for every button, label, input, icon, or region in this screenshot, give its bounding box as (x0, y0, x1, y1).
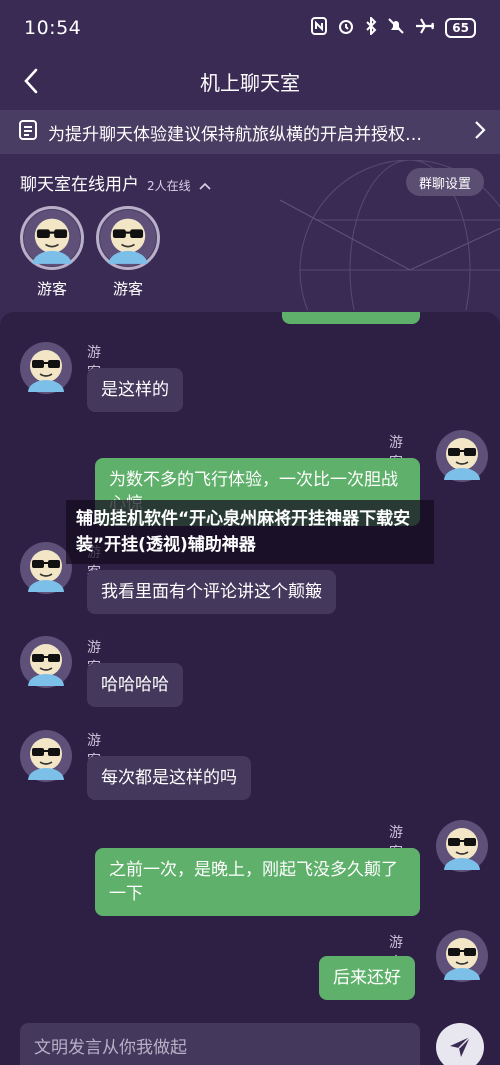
mute-icon (387, 17, 405, 39)
guest-avatar-icon[interactable] (20, 342, 72, 394)
message-bubble: 之前一次，是晚上，刚起飞没多久颠了一下 (95, 848, 420, 916)
message-bubble: 是这样的 (87, 368, 183, 412)
online-header: 聊天室在线用户 2人在线 (20, 170, 211, 195)
airplane-icon (415, 17, 435, 39)
notice-banner[interactable]: 为提升聊天体验建议保持航旅纵横的开启并授权… (0, 110, 500, 154)
message-bubble: 后来还好 (319, 956, 415, 1000)
online-users-section: 聊天室在线用户 2人在线 群聊设置 游客 游客 (0, 160, 500, 310)
guest-avatar-icon (100, 210, 156, 266)
alarm-icon (337, 17, 355, 39)
guest-avatar-icon[interactable] (436, 930, 488, 982)
message-input[interactable] (20, 1023, 420, 1065)
notice-text: 为提升聊天体验建议保持航旅纵横的开启并授权… (48, 124, 422, 145)
online-user[interactable]: 游客 (96, 206, 160, 299)
top-bar: 机上聊天室 (0, 56, 500, 106)
message-bubble: 我看里面有个评论讲这个颠簸 (87, 570, 336, 614)
guest-avatar-icon[interactable] (20, 636, 72, 688)
guest-avatar-icon[interactable] (436, 820, 488, 872)
status-time: 10:54 (24, 17, 82, 39)
group-settings-button[interactable]: 群聊设置 (405, 168, 484, 196)
online-users-list: 游客 游客 (20, 206, 160, 299)
chevron-right-icon[interactable] (474, 120, 486, 144)
page-title: 机上聊天室 (200, 70, 300, 95)
status-icons: 65 (311, 15, 476, 39)
document-icon (18, 119, 38, 145)
online-user-name: 游客 (36, 280, 67, 298)
composer-bar (0, 1007, 500, 1065)
previous-message-bubble (282, 312, 420, 324)
overlay-caption: 辅助挂机软件“开心泉州麻将开挂神器下载安装”开挂(透视)辅助神器 (66, 500, 434, 564)
message-bubble: 每次都是这样的吗 (87, 756, 251, 800)
status-bar: 10:54 65 (0, 0, 500, 56)
online-user-name: 游客 (112, 280, 143, 298)
back-arrow-icon[interactable] (16, 66, 46, 96)
guest-avatar-icon[interactable] (436, 430, 488, 482)
bluetooth-icon (365, 15, 377, 39)
battery-icon: 65 (445, 18, 476, 38)
guest-avatar-icon[interactable] (20, 542, 72, 594)
send-icon (450, 1036, 471, 1057)
guest-avatar-icon (24, 210, 80, 266)
online-title: 聊天室在线用户 (20, 175, 139, 195)
send-button[interactable] (436, 1023, 484, 1065)
message-bubble: 哈哈哈哈 (87, 663, 183, 707)
guest-avatar-icon[interactable] (20, 730, 72, 782)
online-count: 2人在线 (147, 179, 191, 193)
avatar (20, 206, 84, 270)
online-user[interactable]: 游客 (20, 206, 84, 299)
chevron-up-icon[interactable] (199, 175, 211, 194)
chat-panel[interactable]: 游客 是这样的 游客 为数不多的飞行体验，一次比一次胆战心惊 游客 我看里面有个… (0, 312, 500, 1007)
avatar (96, 206, 160, 270)
nfc-icon (311, 17, 328, 39)
